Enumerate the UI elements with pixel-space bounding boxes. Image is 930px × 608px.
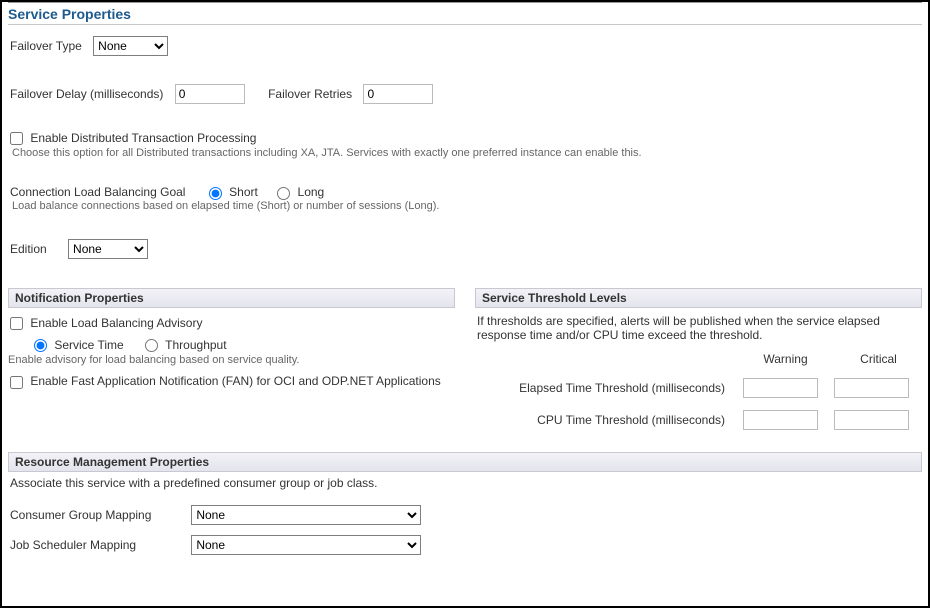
lba-servicetime-wrap[interactable]: Service Time (34, 338, 127, 352)
top-rule (8, 2, 922, 3)
fan-block: Enable Fast Application Notification (FA… (10, 374, 453, 388)
lba-throughput-label: Throughput (165, 338, 226, 352)
edition-label: Edition (10, 242, 47, 256)
threshold-warning-header: Warning (743, 352, 828, 366)
failover-delay-row: Failover Delay (milliseconds) Failover R… (10, 83, 920, 105)
clb-long-label: Long (298, 185, 325, 199)
threshold-cpu-label: CPU Time Threshold (milliseconds) (475, 413, 735, 427)
lba-radios: Service Time Throughput (34, 338, 453, 352)
notification-header: Notification Properties (8, 288, 455, 308)
threshold-cpu-row: CPU Time Threshold (milliseconds) (475, 410, 922, 430)
threshold-elapsed-warning-input[interactable] (743, 378, 818, 398)
failover-delay-label: Failover Delay (milliseconds) (10, 87, 163, 101)
threshold-elapsed-critical-input[interactable] (834, 378, 909, 398)
threshold-critical-header: Critical (836, 352, 921, 366)
dtp-checkbox-label: Enable Distributed Transaction Processin… (30, 131, 256, 145)
threshold-elapsed-row: Elapsed Time Threshold (milliseconds) (475, 378, 922, 398)
clb-short-wrap[interactable]: Short (209, 185, 261, 199)
rm-job-select[interactable]: None (191, 535, 421, 555)
lba-servicetime-label: Service Time (54, 338, 123, 352)
two-column-section: Notification Properties Enable Load Bala… (8, 274, 922, 430)
rm-consumer-select[interactable]: None (191, 505, 421, 525)
failover-type-row: Failover Type None (10, 35, 920, 57)
lba-throughput-wrap[interactable]: Throughput (145, 338, 227, 352)
threshold-desc: If thresholds are specified, alerts will… (477, 314, 920, 342)
rm-consumer-label: Consumer Group Mapping (10, 504, 180, 526)
dtp-hint: Choose this option for all Distributed t… (12, 147, 918, 159)
lba-block: Enable Load Balancing Advisory Service T… (10, 316, 453, 367)
failover-type-label: Failover Type (10, 39, 82, 53)
threshold-elapsed-label: Elapsed Time Threshold (milliseconds) (475, 381, 735, 395)
threshold-table: Warning Critical Elapsed Time Threshold … (475, 352, 922, 430)
dtp-checkbox-wrap[interactable]: Enable Distributed Transaction Processin… (10, 131, 256, 145)
clb-label: Connection Load Balancing Goal (10, 185, 185, 199)
failover-retries-label: Failover Retries (268, 87, 352, 101)
rm-desc: Associate this service with a predefined… (10, 476, 920, 490)
notification-col: Notification Properties Enable Load Bala… (8, 274, 455, 430)
clb-long-radio[interactable] (277, 187, 290, 200)
threshold-header: Service Threshold Levels (475, 288, 922, 308)
threshold-cpu-warning-input[interactable] (743, 410, 818, 430)
lba-hint: Enable advisory for load balancing based… (8, 354, 451, 366)
threshold-cpu-critical-input[interactable] (834, 410, 909, 430)
page-title: Service Properties (8, 5, 922, 25)
rm-header: Resource Management Properties (8, 452, 922, 472)
lba-throughput-radio[interactable] (145, 339, 158, 352)
threshold-head-spacer (475, 352, 735, 366)
failover-type-select[interactable]: None (93, 36, 168, 56)
lba-servicetime-radio[interactable] (34, 339, 47, 352)
clb-hint: Load balance connections based on elapse… (12, 200, 918, 212)
rm-consumer-row: Consumer Group Mapping None (10, 504, 920, 526)
fan-checkbox[interactable] (10, 376, 23, 389)
service-properties-panel: Service Properties Failover Type None Fa… (0, 0, 930, 608)
lba-checkbox-label: Enable Load Balancing Advisory (30, 316, 202, 330)
threshold-table-head: Warning Critical (475, 352, 922, 366)
rm-job-label: Job Scheduler Mapping (10, 534, 180, 556)
fan-checkbox-label: Enable Fast Application Notification (FA… (30, 374, 440, 388)
lba-checkbox-wrap[interactable]: Enable Load Balancing Advisory (10, 316, 202, 330)
dtp-checkbox[interactable] (10, 132, 23, 145)
clb-short-label: Short (229, 185, 258, 199)
failover-retries-input[interactable] (363, 84, 433, 104)
lba-checkbox[interactable] (10, 317, 23, 330)
rm-job-row: Job Scheduler Mapping None (10, 534, 920, 556)
edition-select[interactable]: None (68, 239, 148, 259)
clb-short-radio[interactable] (209, 187, 222, 200)
failover-delay-input[interactable] (175, 84, 245, 104)
clb-block: Connection Load Balancing Goal Short Lon… (10, 185, 920, 211)
clb-long-wrap[interactable]: Long (277, 185, 324, 199)
threshold-col: Service Threshold Levels If thresholds a… (475, 274, 922, 430)
edition-row: Edition None (10, 238, 920, 260)
dtp-block: Enable Distributed Transaction Processin… (10, 131, 920, 159)
fan-checkbox-wrap[interactable]: Enable Fast Application Notification (FA… (10, 374, 441, 388)
